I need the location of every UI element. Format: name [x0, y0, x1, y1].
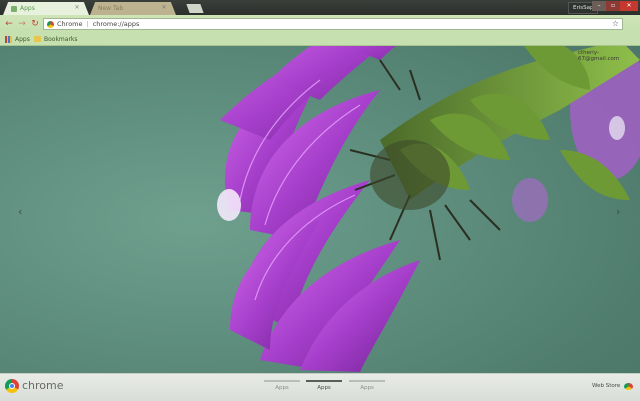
theme-background: [0, 0, 640, 400]
page-label[interactable]: Apps: [349, 385, 385, 391]
tab-new-tab[interactable]: New Tab ✕: [90, 2, 176, 15]
toolbar: ← → ↻ Chrome | chrome://apps ☆: [0, 15, 640, 34]
new-tab-button[interactable]: [186, 4, 204, 13]
bookmarks-bar: Apps Bookmarks: [0, 33, 640, 46]
page-switcher-3[interactable]: [349, 380, 385, 382]
bookmark-star-icon[interactable]: ☆: [612, 19, 619, 29]
close-icon[interactable]: ✕: [620, 1, 638, 11]
flower-illustration: [217, 0, 640, 372]
chrome-icon: [47, 20, 54, 28]
tab-apps[interactable]: Apps ✕: [3, 2, 89, 15]
web-store-link[interactable]: Web Store: [592, 383, 620, 389]
bookmark-apps[interactable]: Apps: [5, 34, 30, 44]
apps-favicon-icon: [11, 5, 17, 12]
tab-close-icon[interactable]: ✕: [74, 5, 80, 11]
maximize-icon[interactable]: ▫: [606, 1, 620, 11]
back-arrow-icon[interactable]: ←: [4, 19, 14, 29]
reload-icon[interactable]: ↻: [30, 19, 40, 29]
apps-grid-icon: [5, 35, 12, 43]
chrome-wordmark: chrome: [22, 379, 64, 392]
page-label[interactable]: Apps: [306, 385, 342, 391]
bookmark-folder[interactable]: Bookmarks: [34, 34, 78, 44]
bottom-bar: chrome Apps Apps Apps Web Store: [0, 373, 640, 401]
folder-icon: [34, 36, 41, 42]
omnibox-url[interactable]: chrome://apps: [93, 20, 140, 28]
tab-label: Apps: [20, 5, 35, 12]
omnibox[interactable]: Chrome | chrome://apps ☆: [43, 18, 623, 30]
page-label[interactable]: Apps: [264, 385, 300, 391]
tab-strip: Apps ✕ New Tab ✕ ErisSap – ▫ ✕: [0, 0, 640, 15]
account-email[interactable]: ctheriy-67@gmail.com: [578, 50, 640, 62]
bookmark-label: Apps: [15, 35, 30, 43]
chevron-left-icon[interactable]: ‹: [18, 205, 22, 218]
page-switcher-1[interactable]: [264, 380, 300, 382]
forward-arrow-icon[interactable]: →: [17, 19, 27, 29]
omnibox-separator: |: [86, 20, 89, 28]
page-switcher-2[interactable]: [306, 380, 342, 382]
tab-label: New Tab: [98, 5, 124, 12]
bookmark-label: Bookmarks: [44, 35, 78, 43]
omnibox-chip: Chrome: [57, 20, 83, 28]
web-store-icon[interactable]: [624, 383, 633, 390]
minimize-icon[interactable]: –: [592, 1, 606, 11]
chrome-logo-icon: [5, 379, 19, 393]
tab-close-icon[interactable]: ✕: [161, 5, 167, 11]
chevron-right-icon[interactable]: ›: [616, 205, 620, 218]
